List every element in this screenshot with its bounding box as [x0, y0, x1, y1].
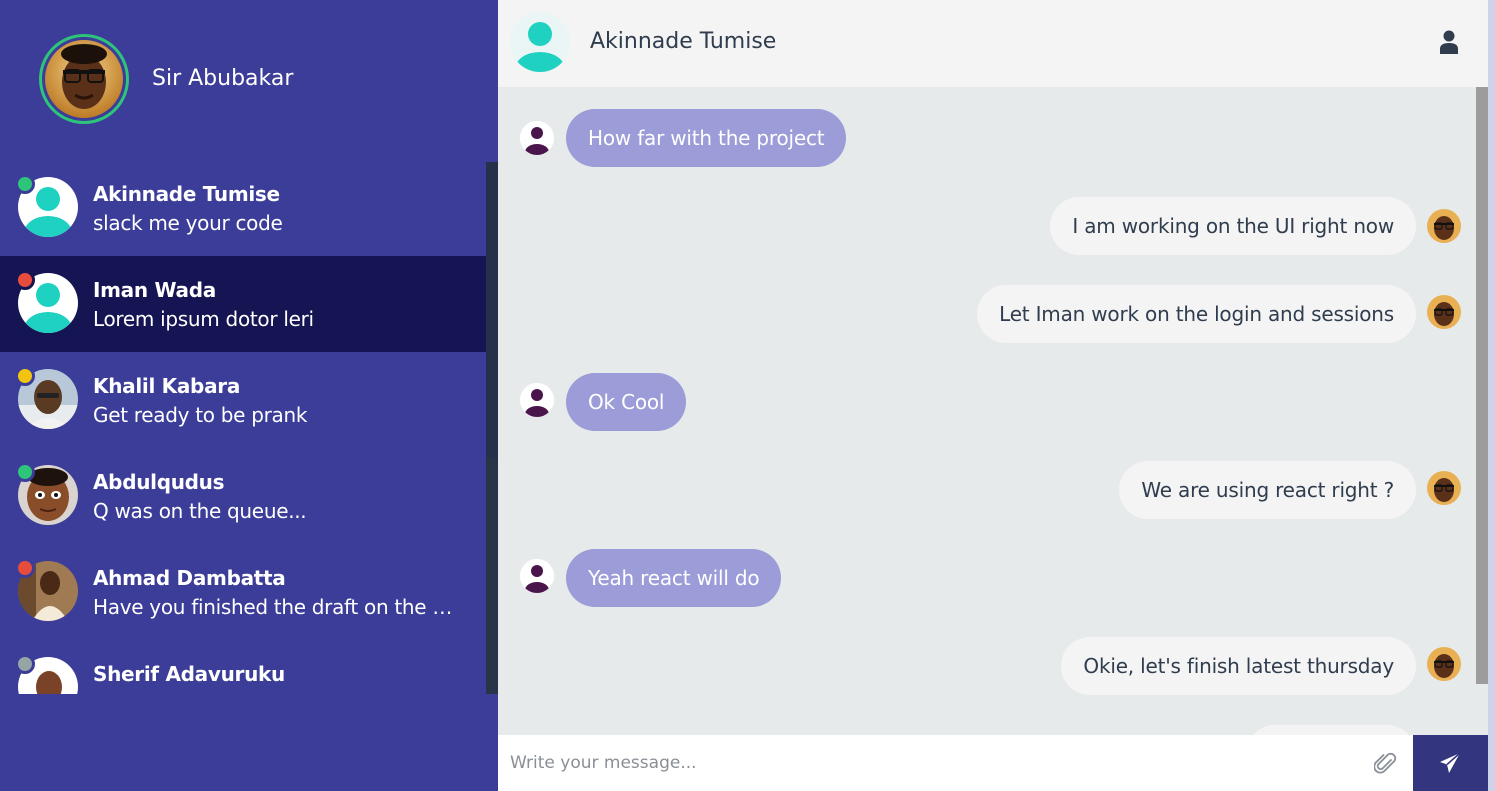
message-bubble: Ok Cool — [566, 373, 687, 431]
message-composer — [498, 735, 1413, 791]
message-list: How far with the project I am working on… — [498, 87, 1476, 735]
message-bubble: Okie, let's finish latest thursday — [1061, 637, 1416, 695]
own-avatar-icon — [1427, 471, 1461, 505]
status-busy-indicator — [15, 270, 35, 290]
profile-avatar[interactable] — [39, 34, 129, 124]
profile-name: Sir Abubakar — [152, 66, 294, 91]
contact-preview: Lorem ipsum dotor leri — [93, 307, 314, 331]
message-bubble: I am working on the UI right now — [1050, 197, 1416, 255]
message-outgoing: Let Iman work on the login and sessions — [498, 285, 1476, 343]
contact-list: Akinnade Tumise slack me your code Iman … — [0, 160, 486, 694]
contact-item-iman-wada[interactable]: Iman Wada Lorem ipsum dotor leri — [0, 256, 486, 352]
contact-preview: Get ready to be prank — [93, 403, 308, 427]
message-incoming: Yeah react will do — [498, 549, 1476, 607]
message-incoming: Ok Cool — [498, 373, 1476, 431]
contact-name: Khalil Kabara — [93, 374, 241, 398]
sender-avatar-icon — [520, 383, 554, 417]
message-bubble: We are using react right ? — [1119, 461, 1416, 519]
contact-name: Iman Wada — [93, 278, 216, 302]
contact-item-ahmad-dambatta[interactable]: Ahmad Dambatta Have you finished the dra… — [0, 544, 486, 640]
own-avatar-icon — [1427, 295, 1461, 329]
contact-item-khalil-kabara[interactable]: Khalil Kabara Get ready to be prank — [0, 352, 486, 448]
contact-name: Sherif Adavuruku — [93, 662, 285, 686]
message-bubble: How far with the project — [566, 109, 847, 167]
current-user-profile: Sir Abubakar — [0, 0, 498, 160]
sender-avatar-icon — [520, 121, 554, 155]
default-user-icon[interactable] — [510, 12, 570, 72]
contact-list-scroll-thumb[interactable] — [486, 162, 498, 458]
message-outgoing: Okie, let's finish latest thursday — [498, 637, 1476, 695]
send-button[interactable] — [1413, 735, 1488, 791]
message-bubble — [1246, 725, 1416, 735]
own-avatar-icon — [1427, 647, 1461, 681]
paperclip-icon[interactable] — [1373, 751, 1398, 777]
status-online-indicator — [15, 462, 35, 482]
status-offline-indicator — [15, 654, 35, 674]
profile-photo-icon — [45, 40, 123, 118]
own-avatar-icon — [1427, 209, 1461, 243]
message-outgoing: I am working on the UI right now — [498, 197, 1476, 255]
message-list-scroll-thumb[interactable] — [1476, 87, 1488, 684]
contact-item-sherif-adavuruku[interactable]: Sherif Adavuruku — [0, 640, 486, 694]
status-away-indicator — [15, 366, 35, 386]
message-bubble: Yeah react will do — [566, 549, 782, 607]
contact-item-abdulqudus[interactable]: Abdulqudus Q was on the queue... — [0, 448, 486, 544]
user-icon[interactable] — [1438, 30, 1460, 54]
message-input[interactable] — [498, 735, 1358, 791]
message-outgoing-partial — [498, 725, 1476, 735]
message-bubble: Let Iman work on the login and sessions — [977, 285, 1416, 343]
contact-name: Akinnade Tumise — [93, 182, 280, 206]
contact-preview: slack me your code — [93, 211, 283, 235]
contact-preview: Q was on the queue... — [93, 499, 307, 523]
message-incoming: How far with the project — [498, 109, 1476, 167]
contact-name: Ahmad Dambatta — [93, 566, 286, 590]
paper-plane-icon — [1440, 752, 1461, 773]
chat-header: Akinnade Tumise — [498, 0, 1488, 87]
contact-name: Abdulqudus — [93, 470, 225, 494]
sender-avatar-icon — [520, 559, 554, 593]
contact-preview: Have you finished the draft on the H… — [93, 595, 463, 619]
chat-contact-name: Akinnade Tumise — [590, 29, 777, 54]
sidebar: Sir Abubakar Akinnade Tumise slack me yo… — [0, 0, 498, 791]
window-edge — [1488, 0, 1495, 791]
message-outgoing: We are using react right ? — [498, 461, 1476, 519]
contact-item-akinnade-tumise[interactable]: Akinnade Tumise slack me your code — [0, 160, 486, 256]
status-online-indicator — [15, 174, 35, 194]
status-busy-indicator — [15, 558, 35, 578]
